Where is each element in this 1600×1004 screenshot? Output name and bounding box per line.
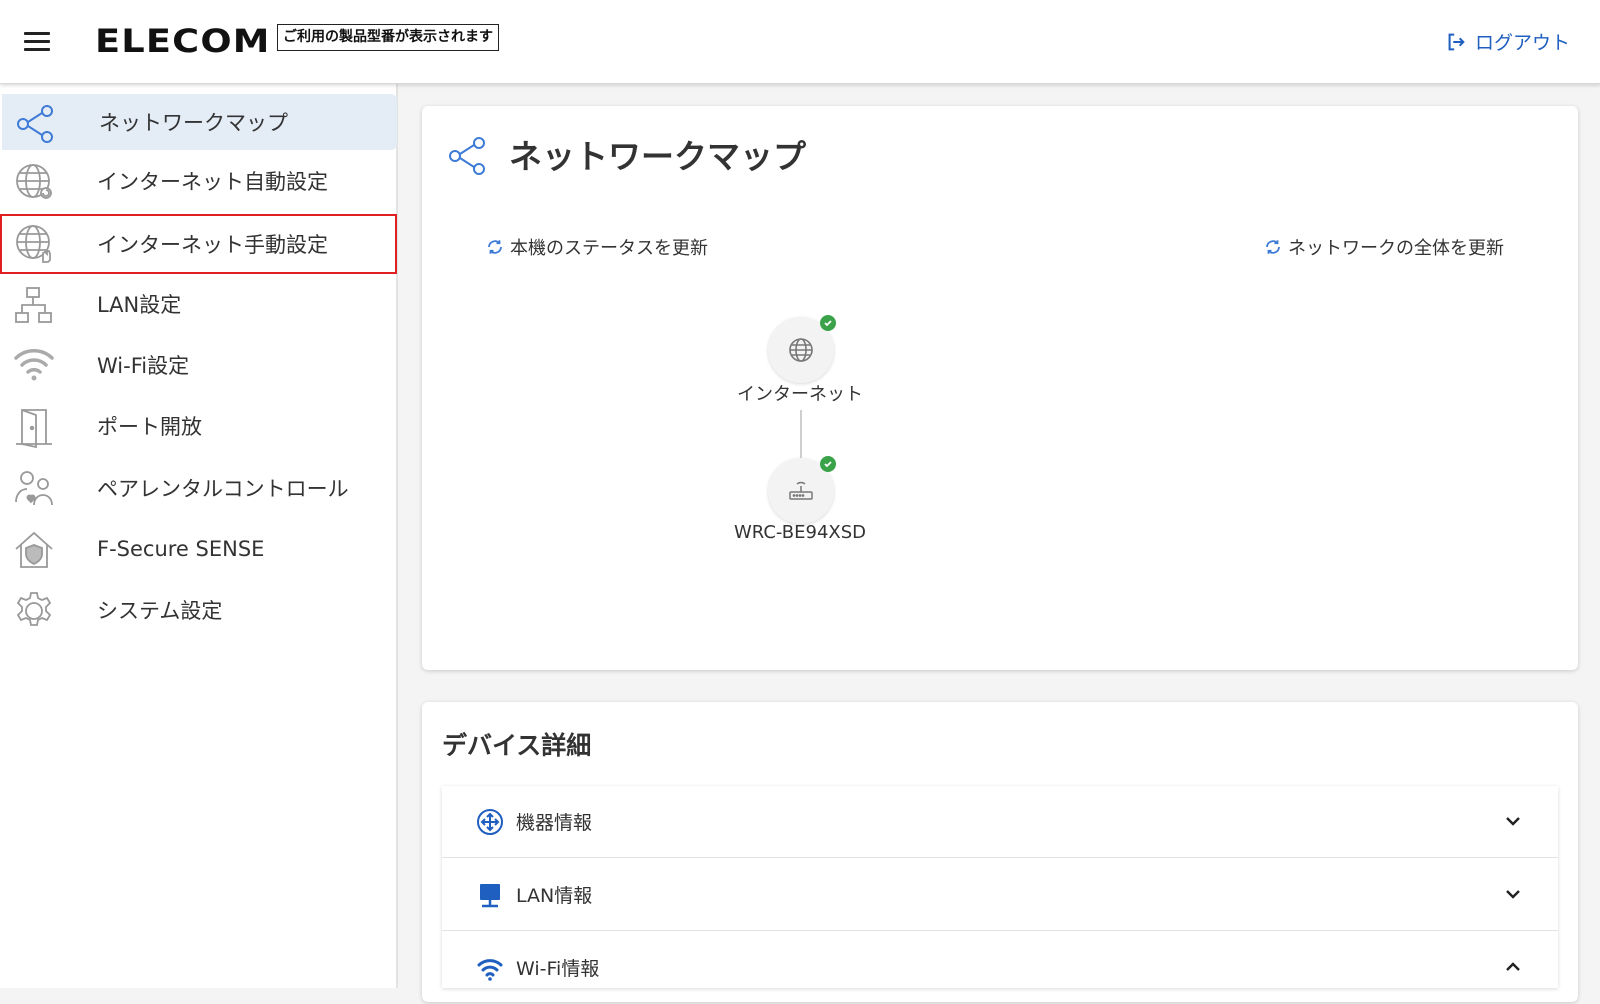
status-ok-icon <box>820 456 836 472</box>
refresh-network-label: ネットワークの全体を更新 <box>1288 238 1504 259</box>
page-title: ネットワークマップ <box>509 137 806 176</box>
accordion-label: LAN情報 <box>516 885 593 907</box>
accordion-device-info[interactable]: 機器情報 <box>442 786 1558 858</box>
accordion-label: 機器情報 <box>516 812 593 834</box>
internet-node[interactable] <box>768 315 836 383</box>
sidebar-item-label: LAN設定 <box>97 293 182 317</box>
sidebar-item-label: インターネット自動設定 <box>97 170 328 194</box>
refresh-device-label: 本機のステータスを更新 <box>510 238 708 259</box>
logout-button[interactable]: ログアウト <box>1445 28 1570 55</box>
sidebar-item-label: インターネット手動設定 <box>97 233 328 257</box>
globe-manual-icon <box>16 225 51 263</box>
sidebar-item-internet-auto[interactable]: インターネット自動設定 <box>0 153 397 209</box>
logout-label: ログアウト <box>1474 32 1570 54</box>
sidebar-item-wifi[interactable]: Wi-Fi設定 <box>0 337 397 393</box>
sidebar-item-network-map[interactable]: ネットワークマップ <box>2 94 397 150</box>
router-icon <box>789 481 813 500</box>
model-name-box: ご利用の製品型番が表示されます <box>277 24 499 51</box>
sidebar-nav: ネットワークマップ インターネット自動設定 インターネット手動設定 LAN設定 … <box>0 84 398 988</box>
refresh-device-status-button[interactable]: 本機のステータスを更新 <box>486 234 708 260</box>
sidebar-item-lan[interactable]: LAN設定 <box>0 276 397 332</box>
status-ok-icon <box>820 315 836 331</box>
device-info-icon <box>477 809 503 835</box>
sidebar-item-port-open[interactable]: ポート開放 <box>0 398 397 454</box>
sidebar-item-label: F-Secure SENSE <box>97 537 265 561</box>
logout-icon <box>1448 33 1465 50</box>
home-shield-icon <box>15 531 53 568</box>
chevron-down-icon <box>1506 890 1520 899</box>
node-connector-line <box>800 410 802 458</box>
sidebar-item-f-secure[interactable]: F-Secure SENSE <box>0 521 397 577</box>
lan-topology-icon <box>15 287 52 323</box>
parent-child-icon <box>15 471 53 506</box>
wifi-icon <box>477 959 503 981</box>
refresh-icon <box>488 240 502 254</box>
chevron-up-icon <box>1506 962 1520 971</box>
refresh-network-button[interactable]: ネットワークの全体を更新 <box>1264 234 1504 260</box>
share-network-icon <box>17 105 53 143</box>
gear-icon <box>16 592 52 626</box>
sidebar-item-label: ネットワークマップ <box>99 111 288 135</box>
internet-node-label: インターネット <box>737 384 863 405</box>
sidebar-item-internet-manual[interactable]: インターネット手動設定 <box>0 214 397 274</box>
globe-auto-icon <box>16 164 52 199</box>
globe-icon <box>789 338 813 362</box>
hamburger-menu-icon[interactable] <box>24 32 50 52</box>
network-map-card: ネットワークマップ 本機のステータスを更新 ネットワークの全体を更新 <box>422 106 1578 670</box>
device-details-accordion: 機器情報 LAN情報 Wi-Fi情報 <box>442 786 1558 1004</box>
sidebar-item-parental-control[interactable]: ペアレンタルコントロール <box>0 460 397 516</box>
router-node[interactable] <box>768 456 836 524</box>
router-node-label: WRC-BE94XSD <box>733 522 867 543</box>
share-network-icon <box>449 137 485 175</box>
device-details-title: デバイス詳細 <box>442 731 592 760</box>
sidebar-item-label: システム設定 <box>97 599 223 623</box>
sidebar-item-system-settings[interactable]: システム設定 <box>0 582 397 638</box>
door-icon <box>16 409 52 448</box>
elecom-logo: ELECOM <box>95 22 271 60</box>
top-header: ELECOM ご利用の製品型番が表示されます ログアウト <box>0 0 1600 84</box>
chevron-down-icon <box>1506 817 1520 826</box>
lan-monitor-icon <box>480 884 500 908</box>
sidebar-item-label: ペアレンタルコントロール <box>97 477 349 501</box>
sidebar-item-label: ポート開放 <box>97 415 202 439</box>
sidebar-item-label: Wi-Fi設定 <box>97 354 190 378</box>
accordion-label: Wi-Fi情報 <box>516 958 600 980</box>
accordion-wifi-info[interactable]: Wi-Fi情報 <box>442 932 1558 1004</box>
accordion-lan-info[interactable]: LAN情報 <box>442 859 1558 931</box>
wifi-icon <box>14 349 54 381</box>
refresh-icon <box>1266 240 1280 254</box>
